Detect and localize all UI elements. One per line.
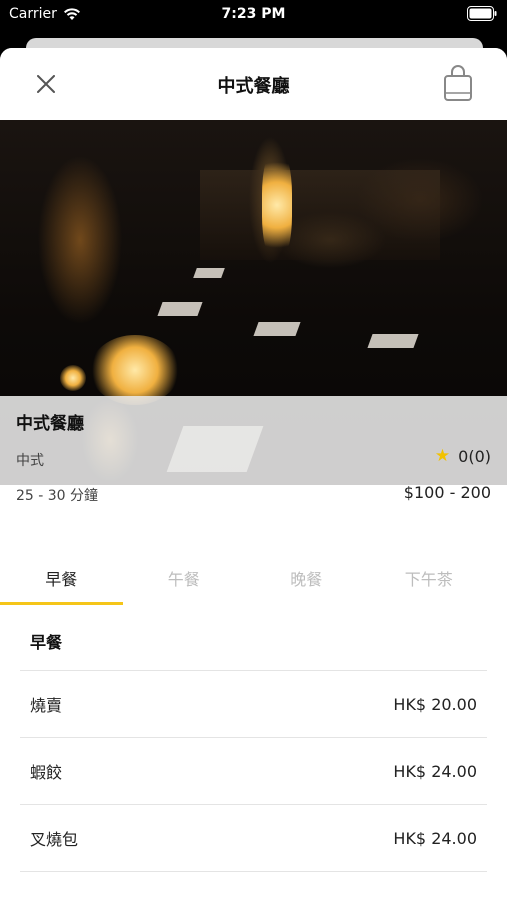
menu-item-name: 蝦餃 <box>30 763 63 782</box>
menu-list: 早餐 燒賣 HK$ 20.00 蝦餃 HK$ 24.00 叉燒包 HK$ 24.… <box>0 605 507 872</box>
delivery-time: 25 - 30 分鐘 <box>16 488 99 504</box>
menu-item[interactable]: 叉燒包 HK$ 24.00 <box>20 805 487 872</box>
menu-item-name: 叉燒包 <box>30 830 79 849</box>
battery-icon <box>467 6 497 21</box>
menu-section-title: 早餐 <box>20 605 487 671</box>
menu-item[interactable]: 燒賣 HK$ 20.00 <box>20 671 487 738</box>
restaurant-cuisine: 中式 <box>16 453 44 469</box>
hero-lamp <box>60 365 86 391</box>
restaurant-info-panel: 中式餐廳 中式 ★ 0(0) <box>0 396 507 485</box>
restaurant-rating: ★ 0(0) <box>435 446 491 466</box>
hero-table <box>157 302 203 316</box>
price-range: $100 - 200 <box>403 483 491 502</box>
cart-button[interactable] <box>443 64 473 102</box>
menu-item-price: HK$ 24.00 <box>393 761 477 781</box>
hero-bar-lights <box>200 170 440 260</box>
menu-item-price: HK$ 24.00 <box>393 828 477 848</box>
rating-value: 0(0) <box>458 446 491 466</box>
tab-afternoon-tea[interactable]: 下午茶 <box>368 548 491 605</box>
restaurant-name: 中式餐廳 <box>16 414 84 434</box>
hero-table <box>193 268 225 278</box>
close-icon <box>37 75 55 93</box>
menu-item-name: 燒賣 <box>30 696 63 715</box>
star-icon: ★ <box>434 446 451 466</box>
restaurant-hero-image: 中式餐廳 中式 ★ 0(0) <box>0 120 507 485</box>
restaurant-sheet: 中式餐廳 中式餐廳 中式 ★ 0(0) 25 - 30 分鐘 $100 - 20… <box>0 48 507 900</box>
meal-tabs: 早餐 午餐 晚餐 下午茶 <box>0 548 507 605</box>
hero-table <box>367 334 419 348</box>
hero-lamp <box>262 150 292 260</box>
hero-table <box>253 322 301 336</box>
restaurant-meta: 25 - 30 分鐘 $100 - 200 <box>0 483 507 517</box>
menu-item-price: HK$ 20.00 <box>393 694 477 714</box>
close-button[interactable] <box>30 68 62 100</box>
spacer <box>0 517 507 548</box>
tab-breakfast[interactable]: 早餐 <box>0 548 123 605</box>
tab-dinner[interactable]: 晚餐 <box>245 548 368 605</box>
menu-item[interactable]: 蝦餃 HK$ 24.00 <box>20 738 487 805</box>
shopping-bag-icon <box>444 65 472 101</box>
nav-bar: 中式餐廳 <box>0 48 507 120</box>
hero-chandelier <box>90 335 180 405</box>
tab-lunch[interactable]: 午餐 <box>123 548 246 605</box>
status-bar: Carrier 7:23 PM <box>0 0 507 30</box>
page-title: 中式餐廳 <box>217 76 290 97</box>
status-time: 7:23 PM <box>221 6 286 22</box>
